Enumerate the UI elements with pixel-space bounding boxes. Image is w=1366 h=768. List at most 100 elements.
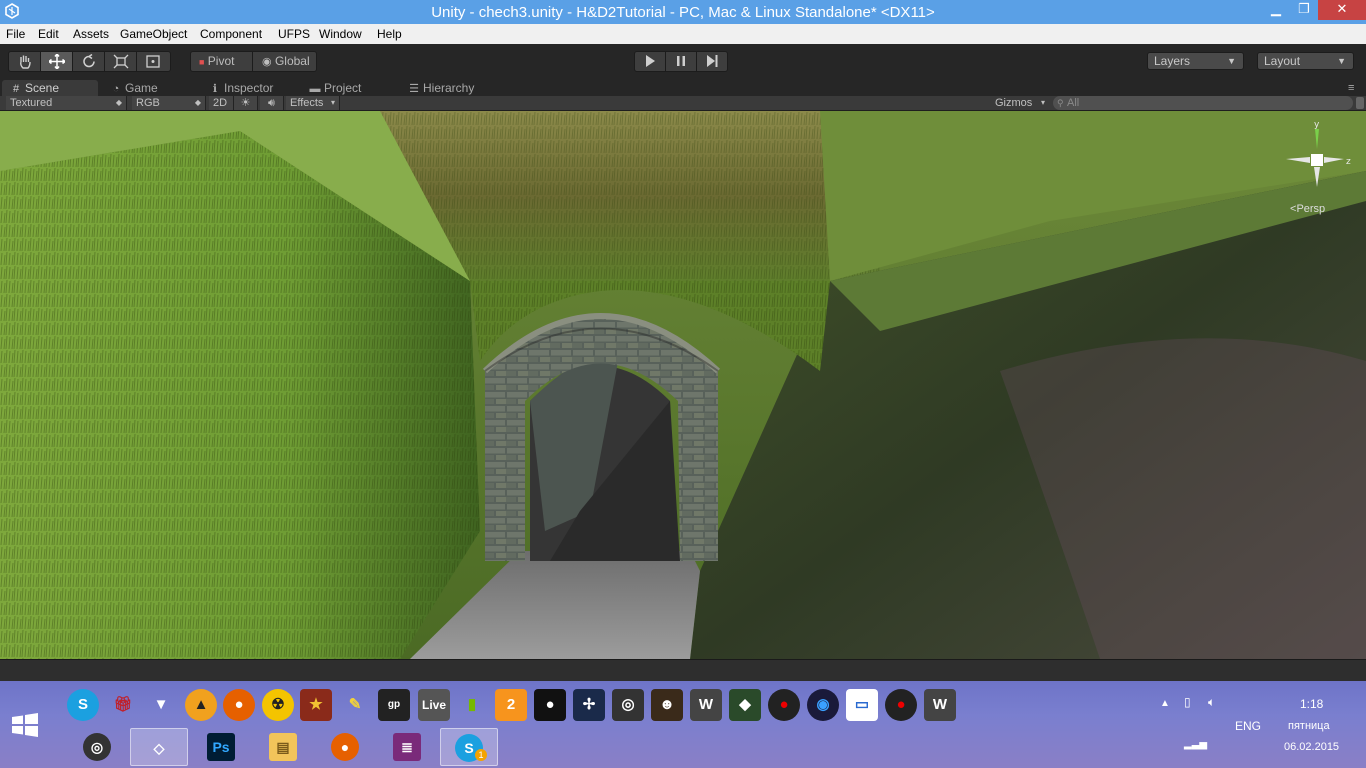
rotate-tool-button[interactable] xyxy=(73,52,105,71)
gizmos-dropdown[interactable]: Gizmos ▾ xyxy=(991,96,1049,110)
apple-icon[interactable]: ● xyxy=(534,689,566,721)
menu-help[interactable]: Help xyxy=(377,27,402,41)
clock-date[interactable]: 06.02.2015 xyxy=(1284,741,1339,753)
camera-icon[interactable]: ◎ xyxy=(612,689,644,721)
tab-hierarchy[interactable]: ☰ Hierarchy xyxy=(400,80,496,96)
menu-assets[interactable]: Assets xyxy=(73,27,109,41)
taskbar-app-winrar[interactable]: ≣ xyxy=(378,728,436,766)
record-2-icon[interactable]: ● xyxy=(885,689,917,721)
taskbar-app-skype[interactable]: S 1 xyxy=(440,728,498,766)
tab-scene[interactable]: # Scene xyxy=(2,80,98,96)
record-icon[interactable]: ● xyxy=(768,689,800,721)
layers-dropdown[interactable]: Layers ▼ xyxy=(1147,52,1244,70)
effects-dropdown[interactable]: Effects ▾ xyxy=(286,96,340,110)
portrait-icon[interactable]: ☻ xyxy=(651,689,683,721)
gp-icon[interactable]: gp xyxy=(378,689,410,721)
fox-mask-icon[interactable]: ▼ xyxy=(145,689,177,721)
tab-inspector[interactable]: ℹ Inspector xyxy=(201,80,297,96)
tab-project[interactable]: ▬ Project xyxy=(301,80,397,96)
tab-game[interactable]: ◔ Game xyxy=(102,80,198,96)
menu-file[interactable]: File xyxy=(6,27,25,41)
language-indicator[interactable]: ENG xyxy=(1235,719,1261,733)
menu-component[interactable]: Component xyxy=(200,27,262,41)
firefox-icon: ● xyxy=(331,733,359,761)
tab-project-label: Project xyxy=(324,81,362,95)
world-of-tanks-icon[interactable]: W xyxy=(690,689,722,721)
volume-icon[interactable]: 🔈︎ xyxy=(1208,695,1215,710)
search-icon: ⚲ xyxy=(1057,98,1064,108)
firefox-icon[interactable]: ● xyxy=(223,689,255,721)
radiation-icon[interactable]: ☢ xyxy=(262,689,294,721)
clock-time[interactable]: 1:18 xyxy=(1300,697,1323,711)
live-icon[interactable]: Live xyxy=(418,689,450,721)
winrar-icon: ≣ xyxy=(393,733,421,761)
network-signal-icon[interactable]: ▂▃▅ xyxy=(1184,739,1207,750)
menu-window[interactable]: Window xyxy=(319,27,362,41)
nvidia-inspector-icon[interactable]: ▮ xyxy=(456,689,488,721)
eye-icon[interactable]: ◉ xyxy=(807,689,839,721)
maximize-button[interactable]: ❐ xyxy=(1290,0,1318,20)
badge-2-icon[interactable]: 2 xyxy=(495,689,527,721)
render-mode-dropdown[interactable]: Textured ◆ xyxy=(6,96,127,110)
battery-icon[interactable]: ▯ xyxy=(1184,695,1191,709)
scene-search-input[interactable]: ⚲ All xyxy=(1053,96,1353,110)
orientation-gizmo[interactable]: y z xyxy=(1282,119,1352,199)
move-tool-button[interactable] xyxy=(41,52,73,71)
panel-menu-icon[interactable]: ≡ xyxy=(1348,82,1354,94)
layout-dropdown[interactable]: Layout ▼ xyxy=(1257,52,1354,70)
aimp-icon[interactable]: ▲ xyxy=(185,689,217,721)
window-icon[interactable]: ▭ xyxy=(846,689,878,721)
step-button[interactable] xyxy=(697,52,727,71)
rect-tool-button[interactable] xyxy=(137,52,169,71)
gift-icon[interactable]: 🎁︎ xyxy=(107,689,139,721)
taskbar-app-1[interactable]: ◎ xyxy=(68,728,126,766)
scene-viewport[interactable]: y z <Persp xyxy=(0,111,1366,659)
gizmo-x-axis[interactable] xyxy=(1286,157,1310,163)
gizmo-neg-y-axis[interactable] xyxy=(1314,167,1320,187)
windows-taskbar: S 🎁︎ ▼ ▲ ● ☢ ★ ✎ gp Live ▮ 2 ● ✢ ◎ ☻ W ◆… xyxy=(0,681,1366,768)
global-toggle[interactable]: ◉ Global xyxy=(254,52,316,71)
projection-toggle[interactable]: <Persp xyxy=(1290,203,1325,215)
lighting-toggle[interactable]: ☀ xyxy=(234,96,258,110)
menu-bar: File Edit Assets GameObject Component UF… xyxy=(0,24,1366,44)
taskbar-app-explorer[interactable]: ▤ xyxy=(254,728,312,766)
tab-scene-label: Scene xyxy=(25,81,60,95)
projection-label: Persp xyxy=(1296,203,1326,215)
play-button[interactable] xyxy=(635,52,666,71)
channel-dropdown[interactable]: RGB ◆ xyxy=(132,96,206,110)
2d-toggle[interactable]: 2D xyxy=(209,96,234,110)
menu-gameobject[interactable]: GameObject xyxy=(120,27,187,41)
green-app-icon[interactable]: ◆ xyxy=(729,689,761,721)
gizmo-center[interactable] xyxy=(1311,154,1323,166)
cooler-icon[interactable]: ✢ xyxy=(573,689,605,721)
search-clear-icon[interactable] xyxy=(1356,97,1364,109)
skype-icon[interactable]: S xyxy=(67,689,99,721)
menu-ufps[interactable]: UFPS xyxy=(278,27,310,41)
game-star-icon[interactable]: ★ xyxy=(300,689,332,721)
taskbar-app-photoshop[interactable]: Ps xyxy=(192,728,250,766)
close-button[interactable]: ✕ xyxy=(1318,0,1366,20)
taskbar-app-firefox[interactable]: ● xyxy=(316,728,374,766)
taskbar-app-unity[interactable]: ◇ xyxy=(130,728,188,766)
yellow-app-icon[interactable]: ✎ xyxy=(339,689,371,721)
menu-edit[interactable]: Edit xyxy=(38,27,59,41)
windows-start-icon[interactable] xyxy=(8,709,42,741)
hand-tool-button[interactable] xyxy=(9,52,41,71)
hand-icon xyxy=(19,55,31,69)
gizmo-y-axis[interactable] xyxy=(1315,129,1319,149)
tab-game-label: Game xyxy=(125,81,158,95)
play-icon xyxy=(646,55,655,67)
tab-inspector-label: Inspector xyxy=(224,81,274,95)
tank-badge-icon[interactable]: W xyxy=(924,689,956,721)
pivot-toggle[interactable]: ■ Pivot xyxy=(191,52,253,71)
audio-toggle[interactable]: 🔊︎ xyxy=(260,96,284,110)
scale-icon xyxy=(113,54,128,69)
game-pacman-icon: ◔ xyxy=(112,83,120,95)
minimize-button[interactable]: ▁ xyxy=(1262,0,1290,20)
window-titlebar: Unity - chech3.unity - H&D2Tutorial - PC… xyxy=(0,0,1366,24)
tray-expand-icon[interactable]: ▲ xyxy=(1160,698,1170,709)
pause-button[interactable] xyxy=(666,52,697,71)
clock-weekday[interactable]: пятница xyxy=(1288,720,1330,732)
scale-tool-button[interactable] xyxy=(105,52,137,71)
gizmo-z-axis[interactable] xyxy=(1324,157,1344,163)
